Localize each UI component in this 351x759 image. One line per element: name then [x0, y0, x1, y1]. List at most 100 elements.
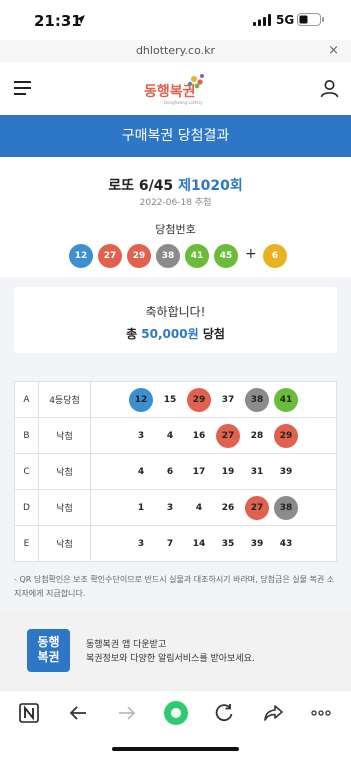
row-status: 낙첨 — [38, 417, 91, 454]
app-download-banner[interactable]: 동행 복권 동행복권 앱 다운받고 복권정보와 다양한 알림서비스를 받아보세요… — [0, 614, 351, 690]
game-round: 제1020회 — [178, 178, 243, 194]
number: 31 — [250, 467, 264, 477]
congrats-area: 축하합니다! 총 50,000원 당첨 — [0, 277, 351, 367]
battery-icon — [297, 13, 324, 26]
matched-number-ball: 29 — [274, 424, 298, 448]
row-numbers: 3 7 14 35 39 43 — [90, 525, 337, 562]
prize-amount: 50,000원 — [141, 327, 199, 341]
app-icon[interactable]: 동행 복권 — [27, 629, 70, 672]
row-status: 4등당첨 — [38, 381, 91, 418]
browser-url-bar[interactable]: dhlottery.co.kr × — [0, 40, 351, 62]
qr-notice: - QR 당첨확인은 보조 확인수단이므로 반드시 실물과 대조하시기 바라며,… — [14, 575, 335, 598]
congrats-message: 축하합니다! — [145, 305, 206, 319]
number: 43 — [279, 539, 293, 549]
row-status: 낙첨 — [38, 525, 91, 562]
banner-line-1: 동행복권 앱 다운받고 — [86, 640, 167, 650]
number: 16 — [192, 431, 206, 441]
draw-date: 2022-06-18 추첨 — [139, 198, 212, 208]
row-label: A — [14, 381, 39, 418]
back-arrow-icon[interactable] — [67, 702, 89, 724]
app-icon-text-2: 복권 — [37, 650, 60, 664]
prize-prefix: 총 — [126, 327, 138, 341]
winning-ball: 29 — [127, 244, 151, 268]
game-name: 로또 6/45 — [108, 178, 174, 194]
home-green-icon[interactable] — [163, 700, 189, 726]
number: 1 — [137, 503, 145, 513]
result-row: D 낙첨 1 3 4 26 27 38 — [14, 489, 337, 526]
signal-icon — [253, 14, 271, 26]
number: 39 — [250, 539, 264, 549]
hamburger-menu-icon[interactable] — [14, 81, 31, 95]
number: 3 — [137, 539, 145, 549]
number: 37 — [221, 395, 235, 405]
bonus-ball: 6 — [263, 244, 287, 268]
number: 3 — [166, 503, 174, 513]
row-numbers: 3 4 16 27 28 29 — [90, 417, 337, 454]
page-title: 구매복권 당첨결과 — [0, 115, 351, 157]
result-row: E 낙첨 3 7 14 35 39 43 — [14, 525, 337, 562]
winning-ball: 45 — [214, 244, 238, 268]
number: 3 — [137, 431, 145, 441]
row-label: B — [14, 417, 39, 454]
row-label: E — [14, 525, 39, 562]
user-icon[interactable] — [320, 79, 339, 98]
winning-ball: 12 — [69, 244, 93, 268]
banner-line-2: 복권정보와 다양한 알림서비스를 받아보세요. — [86, 654, 255, 664]
number: 4 — [137, 467, 145, 477]
matched-number-ball: 12 — [129, 388, 153, 412]
share-icon[interactable] — [262, 702, 284, 724]
number: 26 — [221, 503, 235, 513]
matched-number-ball: 27 — [216, 424, 240, 448]
number: 39 — [279, 467, 293, 477]
row-status: 낙첨 — [38, 489, 91, 526]
bonus-plus-sign: + — [245, 246, 257, 262]
prize-summary: 총 50,000원 당첨 — [14, 325, 337, 342]
row-label: D — [14, 489, 39, 526]
site-logo[interactable]: 동행복권 Donghaeng Lottery — [142, 72, 212, 106]
congrats-box: 축하합니다! 총 50,000원 당첨 — [14, 287, 337, 353]
location-arrow-icon — [76, 15, 85, 24]
result-row: B 낙첨 3 4 16 27 28 29 — [14, 417, 337, 454]
number: 14 — [192, 539, 206, 549]
url-text[interactable]: dhlottery.co.kr — [0, 44, 351, 57]
game-title: 로또 6/45 제1020회 — [0, 175, 351, 195]
reload-icon[interactable] — [213, 702, 235, 724]
winning-numbers-label: 당첨번호 — [155, 223, 196, 236]
draw-info-section: 로또 6/45 제1020회 2022-06-18 추첨 당첨번호 12 27 29… — [0, 157, 351, 277]
number: 28 — [250, 431, 264, 441]
browser-toolbar — [0, 690, 351, 734]
row-numbers: 12 15 29 37 38 41 — [90, 381, 337, 418]
banner-text[interactable]: 동행복권 앱 다운받고 복권정보와 다양한 알림서비스를 받아보세요. — [86, 638, 255, 666]
row-status: 낙첨 — [38, 453, 91, 490]
logo-subtext: Donghaeng Lottery — [164, 100, 203, 105]
row-label: C — [14, 453, 39, 490]
forward-arrow-icon[interactable] — [116, 702, 138, 724]
number: 7 — [166, 539, 174, 549]
result-row: A 4등당첨 12 15 29 37 38 41 — [14, 381, 337, 418]
logo-text: 동행복권 — [144, 84, 196, 100]
matched-number-ball: 41 — [274, 388, 298, 412]
winning-ball: 41 — [185, 244, 209, 268]
matched-number-ball: 38 — [245, 388, 269, 412]
home-indicator — [112, 747, 239, 751]
more-icon[interactable] — [310, 702, 332, 724]
number: 4 — [195, 503, 203, 513]
matched-number-ball: 38 — [274, 496, 298, 520]
app-icon-text-1: 동행 — [37, 635, 60, 649]
number: 6 — [166, 467, 174, 477]
row-numbers: 1 3 4 26 27 38 — [90, 489, 337, 526]
matched-number-ball: 27 — [245, 496, 269, 520]
number: 15 — [163, 395, 177, 405]
results-table: A 4등당첨 12 15 29 37 38 41 B 낙첨 3 4 16 27 28 29 C 낙첨 4 6 17 19 3… — [14, 381, 337, 562]
network-label: 5G — [276, 13, 295, 27]
close-icon[interactable]: × — [328, 43, 339, 58]
prize-suffix: 당첨 — [202, 327, 225, 341]
winning-ball: 27 — [98, 244, 122, 268]
status-bar: 21:31 5G — [0, 0, 351, 40]
row-numbers: 4 6 17 19 31 39 — [90, 453, 337, 490]
result-row: C 낙첨 4 6 17 19 31 39 — [14, 453, 337, 490]
matched-number-ball: 29 — [187, 388, 211, 412]
naver-icon[interactable] — [18, 702, 40, 724]
number: 17 — [192, 467, 206, 477]
number: 19 — [221, 467, 235, 477]
